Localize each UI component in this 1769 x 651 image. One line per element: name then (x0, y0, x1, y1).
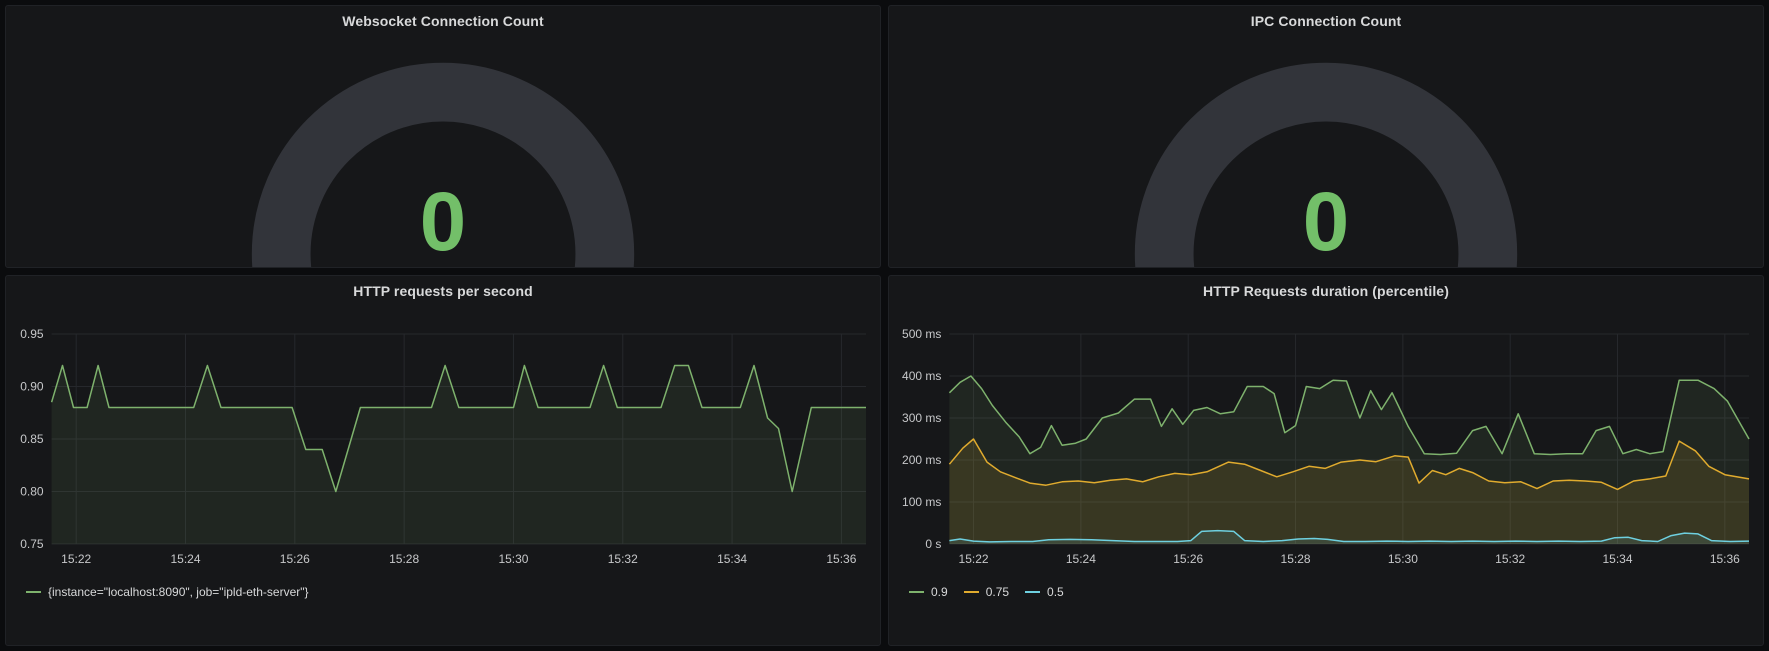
gauge-value: 0 (420, 174, 466, 267)
svg-text:15:28: 15:28 (389, 552, 419, 566)
legend-dash-icon (26, 591, 41, 593)
legend-label: {instance="localhost:8090", job="ipld-et… (48, 585, 309, 599)
panel-http-requests-duration: HTTP Requests duration (percentile) 0 s 1… (888, 275, 1764, 646)
svg-text:15:26: 15:26 (1173, 552, 1203, 566)
legend-label: 0.75 (986, 585, 1009, 599)
websocket-gauge: 0 (6, 6, 880, 267)
panel-title[interactable]: Websocket Connection Count (6, 13, 880, 29)
svg-text:15:32: 15:32 (608, 552, 638, 566)
svg-text:15:32: 15:32 (1495, 552, 1525, 566)
svg-text:15:26: 15:26 (280, 552, 310, 566)
svg-text:15:30: 15:30 (1388, 552, 1418, 566)
svg-text:15:22: 15:22 (61, 552, 91, 566)
svg-text:0 s: 0 s (925, 537, 941, 551)
legend-item[interactable]: 0.9 (909, 585, 948, 599)
svg-text:500 ms: 500 ms (902, 327, 941, 341)
svg-text:15:22: 15:22 (959, 552, 989, 566)
legend-item[interactable]: 0.5 (1025, 585, 1064, 599)
gauge-svg: 0 (6, 6, 880, 267)
svg-text:300 ms: 300 ms (902, 411, 941, 425)
svg-text:200 ms: 200 ms (902, 453, 941, 467)
legend-label: 0.5 (1047, 585, 1064, 599)
svg-text:15:34: 15:34 (1603, 552, 1633, 566)
x-axis-labels: 15:22 15:24 15:26 15:28 15:30 15:32 15:34 15:36 (959, 552, 1741, 566)
svg-text:0.80: 0.80 (20, 485, 44, 499)
legend-item[interactable]: 0.75 (964, 585, 1009, 599)
svg-text:400 ms: 400 ms (902, 369, 941, 383)
legend-dash-icon (909, 591, 924, 593)
series-area-0 (52, 366, 866, 545)
panel-http-requests-per-second: HTTP requests per second 0.75 0.80 0.85 0.9… (5, 275, 881, 646)
svg-text:0.90: 0.90 (20, 380, 44, 394)
gauge-svg: 0 (889, 6, 1763, 267)
dashboard-grid: Websocket Connection Count 0 IPC Connect… (0, 0, 1769, 651)
svg-text:15:34: 15:34 (717, 552, 747, 566)
legend-item[interactable]: {instance="localhost:8090", job="ipld-et… (26, 585, 309, 599)
svg-text:15:36: 15:36 (1710, 552, 1740, 566)
panel-websocket-connection-count: Websocket Connection Count 0 (5, 5, 881, 268)
ipc-gauge: 0 (889, 6, 1763, 267)
panel-title[interactable]: IPC Connection Count (889, 13, 1763, 29)
svg-text:15:24: 15:24 (1066, 552, 1096, 566)
svg-text:15:36: 15:36 (826, 552, 856, 566)
legend: 0.9 0.75 0.5 (909, 585, 1064, 599)
panel-ipc-connection-count: IPC Connection Count 0 (888, 5, 1764, 268)
svg-text:0.85: 0.85 (20, 432, 44, 446)
legend: {instance="localhost:8090", job="ipld-et… (26, 585, 309, 599)
panel-title[interactable]: HTTP Requests duration (percentile) (889, 283, 1763, 299)
y-axis-labels: 0 s 100 ms 200 ms 300 ms 400 ms 500 ms (902, 327, 941, 551)
panel-title[interactable]: HTTP requests per second (6, 283, 880, 299)
legend-dash-icon (964, 591, 979, 593)
svg-text:15:24: 15:24 (170, 552, 200, 566)
svg-text:15:30: 15:30 (498, 552, 528, 566)
svg-text:0.75: 0.75 (20, 537, 44, 551)
svg-text:0.95: 0.95 (20, 327, 44, 341)
x-axis-labels: 15:22 15:24 15:26 15:28 15:30 15:32 15:34 15:36 (61, 552, 857, 566)
svg-text:100 ms: 100 ms (902, 495, 941, 509)
legend-dash-icon (1025, 591, 1040, 593)
svg-text:15:28: 15:28 (1281, 552, 1311, 566)
gauge-value: 0 (1303, 174, 1349, 267)
legend-label: 0.9 (931, 585, 948, 599)
y-axis-labels: 0.75 0.80 0.85 0.90 0.95 (20, 327, 44, 551)
